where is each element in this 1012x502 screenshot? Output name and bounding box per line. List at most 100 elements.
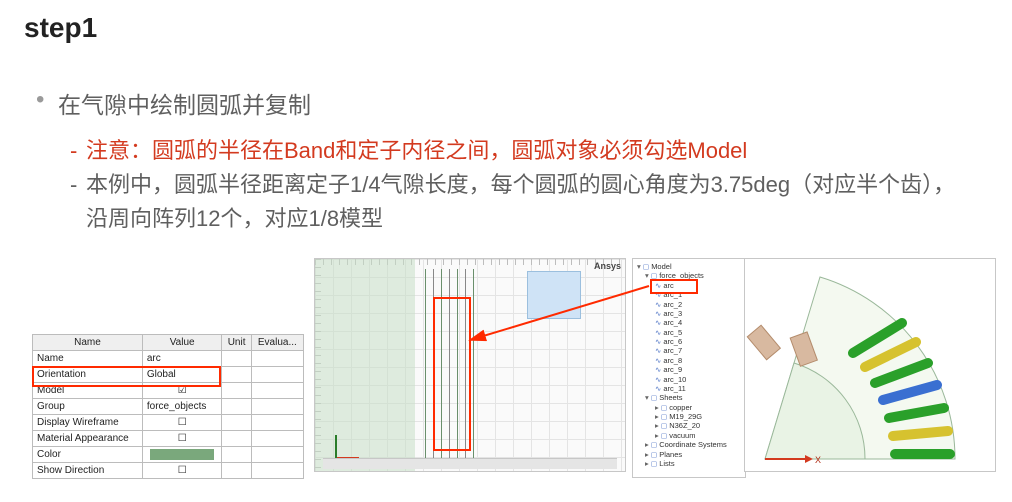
tree-other-item[interactable]: ▸ ◻ Coordinate Systems [645,440,743,449]
prop-value-cell[interactable]: ☐ [142,431,222,447]
expand-icon[interactable]: ▸ [655,403,659,412]
arc-icon: ∿ [655,365,661,374]
tree-arc-item[interactable]: ∿ arc_6 [655,337,743,346]
bullet-detail: 本例中，圆弧半径距离定子1/4气隙长度，每个圆弧的圆心角度为3.75deg（对应… [70,168,974,236]
node-icon: ◻ [651,450,657,459]
expand-icon[interactable]: ▸ [655,412,659,421]
tree-arc-item[interactable]: ∿ arc_4 [655,318,743,327]
table-row[interactable]: Show Direction ☐ [33,463,304,479]
expand-icon[interactable]: ▸ [655,431,659,440]
tree-arc-label: arc_8 [663,356,682,365]
axis-x-label: X [815,455,821,465]
tree-sheet-item[interactable]: ▸ ◻ vacuum [655,431,743,440]
collapse-icon[interactable]: ▾ [645,271,649,280]
prop-name-cell: Show Direction [33,463,143,479]
table-row[interactable]: Display Wireframe☐ [33,415,304,431]
prop-unit-cell [222,367,251,383]
prop-eval-cell [251,447,303,463]
sheet-icon: ◻ [661,421,667,430]
tree-sheet-item[interactable]: ▸ ◻ M19_29G [655,412,743,421]
prop-unit-cell [222,463,251,479]
tree-arc-label: arc_5 [663,328,682,337]
bullet-note-red: 注意：圆弧的半径在Band和定子内径之间，圆弧对象必须勾选Model [70,134,974,168]
prop-eval-cell [251,351,303,367]
table-row[interactable]: Groupforce_objects [33,399,304,415]
prop-unit-cell [222,431,251,447]
tree-arc-item[interactable]: ∿ arc_11 [655,384,743,393]
sheet-icon: ◻ [661,403,667,412]
tree-arc-item[interactable]: ∿ arc_3 [655,309,743,318]
model-view-toolbar[interactable] [323,458,617,469]
tree-sheet-item[interactable]: ▸ ◻ N36Z_20 [655,421,743,430]
tree-sheet-item[interactable]: ▸ ◻ copper [655,403,743,412]
checkbox-icon[interactable]: ☐ [178,465,187,476]
node-icon: ◻ [651,440,657,449]
ansys-brand-label: Ansys [594,261,621,271]
table-row[interactable]: OrientationGlobal [33,367,304,383]
color-swatch[interactable] [150,449,214,460]
checkbox-icon[interactable]: ☐ [178,433,187,444]
arc-icon: ∿ [655,300,661,309]
tree-arc-item[interactable]: ∿ arc_10 [655,375,743,384]
tree-root[interactable]: ▾ ◻ Model [637,262,743,271]
prop-eval-cell [251,415,303,431]
axis-y-icon [335,435,337,459]
tree-arc-item[interactable]: ∿ arc_2 [655,300,743,309]
tree-arc-item[interactable]: ∿ arc [655,281,743,290]
expand-icon[interactable]: ▸ [645,459,649,468]
expand-icon[interactable]: ▸ [645,450,649,459]
collapse-icon[interactable]: ▾ [637,262,641,271]
prop-eval-cell [251,399,303,415]
tree-sheets-label: Sheets [659,393,682,402]
prop-name-cell: Model [33,383,143,399]
tree-arc-item[interactable]: ∿ arc_8 [655,356,743,365]
tree-arc-item[interactable]: ∿ arc_5 [655,328,743,337]
sheets-icon: ◻ [651,393,657,402]
prop-unit-cell [222,383,251,399]
prop-unit-cell [222,399,251,415]
arc-icon: ∿ [655,309,661,318]
expand-icon[interactable]: ▸ [645,440,649,449]
tree-other-item[interactable]: ▸ ◻ Planes [645,450,743,459]
table-row[interactable]: Namearc [33,351,304,367]
right-model-panel[interactable]: X [744,258,996,472]
collapse-icon[interactable]: ▾ [645,393,649,402]
tree-arc-item[interactable]: ∿ arc_9 [655,365,743,374]
tree-group-label: force_objects [659,271,704,280]
model-view-panel[interactable]: Ansys [314,258,626,472]
arc-icon: ∿ [655,375,661,384]
expand-icon[interactable]: ▸ [655,421,659,430]
prop-eval-cell [251,463,303,479]
checkbox-icon[interactable]: ☐ [178,417,187,428]
prop-value-cell[interactable]: ☐ [142,415,222,431]
model-tree-panel[interactable]: ▾ ◻ Model ▾ ◻ force_objects ∿ arc ∿ arc_… [632,258,746,478]
prop-eval-cell [251,383,303,399]
prop-name-cell: Material Appearance [33,431,143,447]
tree-other-item[interactable]: ▸ ◻ Lists [645,459,743,468]
prop-header-value: Value [142,335,222,351]
prop-value-cell[interactable]: ☐ [142,463,222,479]
tree-group[interactable]: ▾ ◻ force_objects [645,271,743,280]
table-row[interactable]: Material Appearance ☐ [33,431,304,447]
tree-arc-item[interactable]: ∿ arc_7 [655,346,743,355]
arc-icon: ∿ [655,318,661,327]
arc-icon: ∿ [655,356,661,365]
stator-region [315,259,415,471]
prop-value-cell[interactable]: ☑ [142,383,222,399]
arc-icon: ∿ [655,346,661,355]
tree-other-label: Planes [659,450,682,459]
table-row[interactable]: Color [33,447,304,463]
prop-value-cell[interactable] [142,447,222,463]
table-row[interactable]: Model ☑ [33,383,304,399]
checkbox-icon[interactable]: ☑ [178,385,187,396]
tree-sheets[interactable]: ▾ ◻ Sheets [645,393,743,402]
prop-value-cell[interactable]: force_objects [142,399,222,415]
prop-unit-cell [222,447,251,463]
arc-icon: ∿ [655,337,661,346]
properties-table: Name Value Unit Evalua... NamearcOrienta… [32,334,304,479]
prop-value-cell[interactable]: Global [142,367,222,383]
prop-value-cell[interactable]: arc [142,351,222,367]
model-icon: ◻ [643,262,649,271]
tree-arc-item[interactable]: ∿ arc_1 [655,290,743,299]
tree-arc-label: arc_2 [663,300,682,309]
